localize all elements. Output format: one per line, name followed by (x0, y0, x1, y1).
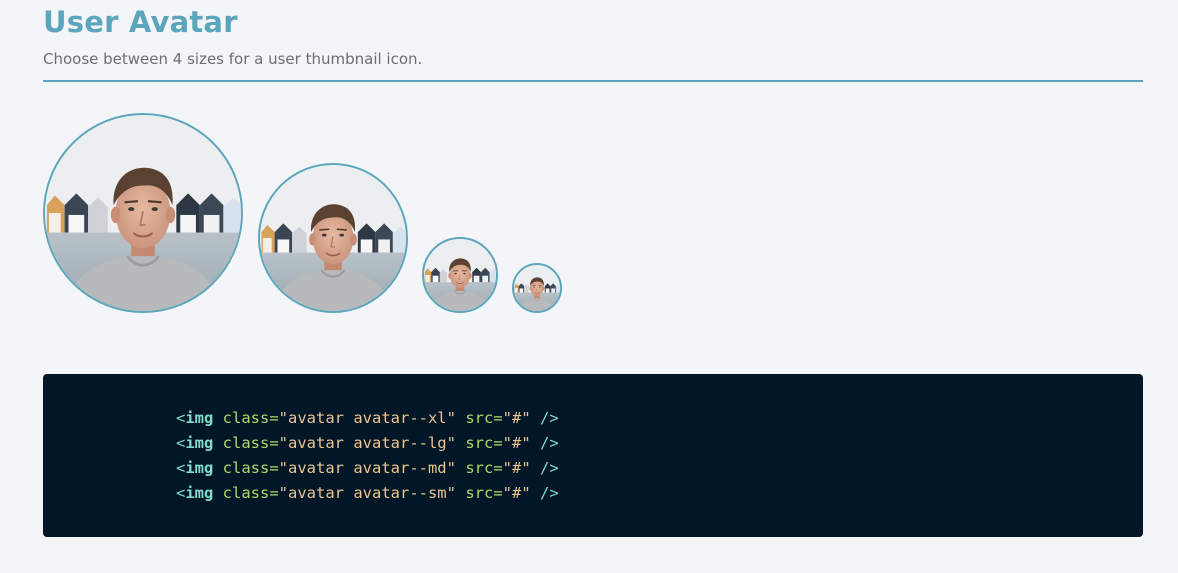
code-line: <img class="avatar avatar--sm" src="#" /… (176, 481, 1143, 506)
code-token: < (176, 459, 186, 477)
code-token: class= (213, 434, 279, 452)
user-photo-icon (260, 165, 406, 311)
code-token: img (185, 409, 214, 427)
code-token: < (176, 484, 186, 502)
code-token: < (176, 434, 186, 452)
code-token: class= (213, 484, 279, 502)
code-token: "#" (502, 434, 531, 452)
code-token: "avatar avatar--xl" (278, 409, 456, 427)
user-photo-icon (424, 239, 496, 311)
page-title: User Avatar (43, 5, 238, 39)
code-token: img (185, 484, 214, 502)
page-subtitle: Choose between 4 sizes for a user thumbn… (43, 50, 423, 68)
code-token: /> (530, 484, 559, 502)
code-token: class= (213, 459, 279, 477)
code-token: src= (455, 409, 503, 427)
code-snippet: <img class="avatar avatar--xl" src="#" /… (43, 374, 1143, 537)
code-line: <img class="avatar avatar--xl" src="#" /… (176, 406, 1143, 431)
code-token: img (185, 434, 214, 452)
code-token: src= (455, 484, 503, 502)
code-token: "avatar avatar--lg" (278, 434, 456, 452)
code-line: <img class="avatar avatar--lg" src="#" /… (176, 431, 1143, 456)
title-divider (43, 80, 1143, 82)
user-photo-icon (514, 265, 560, 311)
code-token: class= (213, 409, 279, 427)
code-token: src= (455, 459, 503, 477)
code-token: "#" (502, 409, 531, 427)
avatar-sm (512, 263, 562, 313)
avatar-lg (258, 163, 408, 313)
avatar-xl (43, 113, 243, 313)
code-token: < (176, 409, 186, 427)
code-token: "avatar avatar--sm" (278, 484, 456, 502)
code-token: /> (530, 409, 559, 427)
user-photo-icon (45, 115, 241, 311)
code-token: "#" (502, 484, 531, 502)
avatar-row (43, 113, 562, 313)
code-token: "avatar avatar--md" (278, 459, 456, 477)
code-token: /> (530, 459, 559, 477)
code-token: src= (455, 434, 503, 452)
code-token: img (185, 459, 214, 477)
code-token: /> (530, 434, 559, 452)
code-line: <img class="avatar avatar--md" src="#" /… (176, 456, 1143, 481)
avatar-md (422, 237, 498, 313)
code-token: "#" (502, 459, 531, 477)
